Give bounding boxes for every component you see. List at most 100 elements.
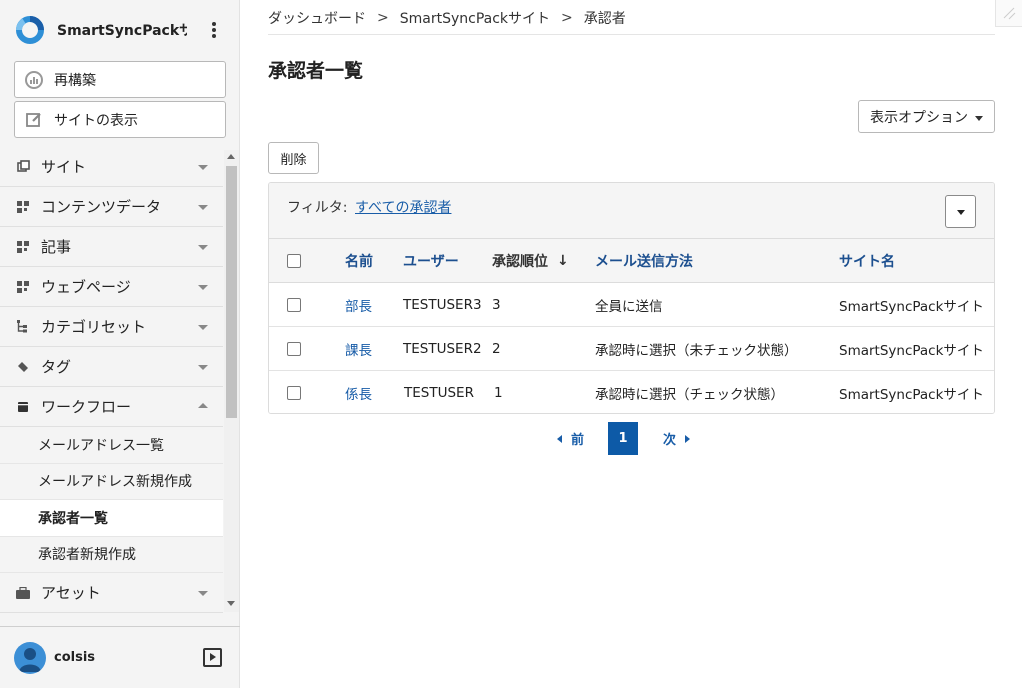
sidebar-item-webpages[interactable]: ウェブページ: [0, 267, 223, 307]
filter-dropdown-button[interactable]: [945, 195, 976, 228]
approver-site: SmartSyncPackサイト: [839, 387, 984, 403]
table-row: 係長 TESTUSER 1 承認時に選択（チェック状態） SmartSyncPa…: [269, 371, 994, 413]
column-header-user[interactable]: ユーザー: [403, 239, 459, 283]
row-checkbox[interactable]: [287, 298, 301, 312]
view-site-label: サイトの表示: [54, 112, 138, 129]
breadcrumb-dashboard[interactable]: ダッシュボード: [268, 8, 366, 28]
column-header-site[interactable]: サイト名: [839, 239, 895, 283]
sidebar-subitem-mail-new[interactable]: メールアドレス新規作成: [0, 464, 223, 500]
resize-corner-icon[interactable]: [995, 0, 1022, 27]
sidebar-item-tags[interactable]: タグ: [0, 347, 223, 387]
chevron-down-icon: [198, 165, 208, 170]
breadcrumb-separator: >: [561, 10, 573, 26]
sidebar-item-label: ウェブページ: [41, 278, 131, 296]
row-checkbox[interactable]: [287, 342, 301, 356]
row-checkbox[interactable]: [287, 386, 301, 400]
breadcrumb-current: 承認者: [583, 11, 626, 27]
delete-button[interactable]: 削除: [268, 142, 319, 174]
scroll-down-icon[interactable]: [227, 601, 235, 606]
sidebar-nav: サイト コンテンツデータ 記事 ウェブページ カテゴリセット タグ ワークフロー…: [0, 147, 223, 613]
sidebar-subitem-approver-new[interactable]: 承認者新規作成: [0, 537, 223, 573]
chevron-up-icon: [198, 403, 208, 408]
column-header-order-label: 承認順位: [492, 254, 548, 270]
sort-desc-icon: ↓: [557, 253, 569, 269]
scroll-up-icon[interactable]: [227, 154, 235, 159]
sidebar-item-label: ワークフロー: [41, 398, 132, 416]
current-page[interactable]: 1: [608, 422, 639, 455]
table-row: 課長 TESTUSER2 2 承認時に選択（未チェック状態） SmartSync…: [269, 327, 994, 371]
sidebar-item-workflow[interactable]: ワークフロー: [0, 387, 223, 427]
caret-down-icon: [975, 116, 983, 121]
approver-user: TESTUSER: [404, 385, 474, 401]
chevron-down-icon: [198, 245, 208, 250]
sidebar-item-site[interactable]: サイト: [0, 147, 223, 187]
chevron-down-icon: [198, 205, 208, 210]
prev-page-link[interactable]: 前: [557, 429, 584, 448]
column-header-mail-method[interactable]: メール送信方法: [595, 239, 693, 283]
display-options-label: 表示オプション: [870, 109, 968, 126]
breadcrumb: ダッシュボード > SmartSyncPackサイト > 承認者: [268, 8, 626, 28]
approver-mail-method: 承認時に選択（未チェック状態）: [595, 343, 798, 359]
sidebar-item-label: アセット: [41, 584, 101, 602]
grid-icon: [16, 240, 30, 254]
sidebar-item-label: タグ: [41, 358, 72, 376]
approver-site: SmartSyncPackサイト: [839, 343, 984, 359]
sidebar-item-label: 記事: [41, 238, 72, 256]
pagination: 前 1 次: [557, 422, 691, 455]
select-all-checkbox[interactable]: [287, 254, 301, 268]
site-header: SmartSyncPackサ...: [0, 0, 240, 60]
approver-name-link[interactable]: 部長: [345, 283, 372, 327]
approver-name-link[interactable]: 課長: [345, 327, 372, 371]
sidebar-item-category-sets[interactable]: カテゴリセット: [0, 307, 223, 347]
grid-icon: [16, 280, 30, 294]
tree-icon: [16, 320, 30, 334]
filter-bar: フィルタ: すべての承認者: [269, 183, 994, 239]
rebuild-label: 再構築: [54, 72, 96, 89]
prev-page-label: 前: [571, 433, 585, 448]
collapse-sidebar-icon[interactable]: [203, 648, 222, 667]
briefcase-icon: [16, 586, 30, 600]
approver-order: 1: [494, 385, 503, 401]
more-menu-icon[interactable]: [206, 20, 222, 40]
filter-label: フィルタ:: [287, 200, 348, 216]
column-header-order[interactable]: 承認順位 ↓: [492, 239, 569, 283]
sidebar-item-assets[interactable]: アセット: [0, 573, 223, 613]
rebuild-icon: [24, 70, 44, 90]
approver-order: 3: [492, 297, 501, 313]
rebuild-button[interactable]: 再構築: [14, 61, 226, 98]
site-name[interactable]: SmartSyncPackサ...: [57, 20, 187, 40]
chevron-left-icon: [557, 434, 562, 443]
breadcrumb-separator: >: [377, 10, 389, 26]
grid-icon: [16, 200, 30, 214]
approver-mail-method: 承認時に選択（チェック状態）: [595, 387, 784, 403]
filter-value-link[interactable]: すべての承認者: [355, 197, 451, 217]
site-logo-icon[interactable]: [15, 15, 45, 45]
avatar[interactable]: [14, 641, 46, 674]
chevron-down-icon: [198, 365, 208, 370]
sidebar-item-label: カテゴリセット: [41, 318, 147, 336]
row-checkbox-cell: [287, 327, 301, 371]
select-all-checkbox-cell: [287, 239, 301, 283]
breadcrumb-site[interactable]: SmartSyncPackサイト: [400, 8, 550, 28]
sidebar-item-entries[interactable]: 記事: [0, 227, 223, 267]
user-name[interactable]: colsis: [54, 650, 95, 665]
sidebar-item-content-data[interactable]: コンテンツデータ: [0, 187, 223, 227]
display-options-button[interactable]: 表示オプション: [858, 100, 995, 133]
user-footer: colsis: [0, 626, 240, 688]
approver-order: 2: [492, 341, 501, 357]
approver-name-link[interactable]: 係長: [345, 371, 372, 413]
approver-user: TESTUSER3: [403, 297, 482, 313]
column-header-name[interactable]: 名前: [345, 239, 373, 283]
chevron-down-icon: [198, 591, 208, 596]
sidebar-subitem-mail-list[interactable]: メールアドレス一覧: [0, 427, 223, 464]
chevron-right-icon: [685, 434, 691, 443]
copy-icon: [16, 160, 30, 174]
table-header: 名前 ユーザー 承認順位 ↓ メール送信方法 サイト名: [269, 239, 994, 283]
approver-mail-method: 全員に送信: [595, 299, 663, 315]
next-page-link[interactable]: 次: [663, 429, 691, 448]
sidebar-item-label: サイト: [41, 158, 87, 176]
breadcrumb-divider: [268, 34, 995, 35]
sidebar-scrollbar-thumb[interactable]: [226, 166, 237, 418]
view-site-button[interactable]: サイトの表示: [14, 101, 226, 138]
sidebar-subitem-approver-list[interactable]: 承認者一覧: [0, 500, 223, 537]
